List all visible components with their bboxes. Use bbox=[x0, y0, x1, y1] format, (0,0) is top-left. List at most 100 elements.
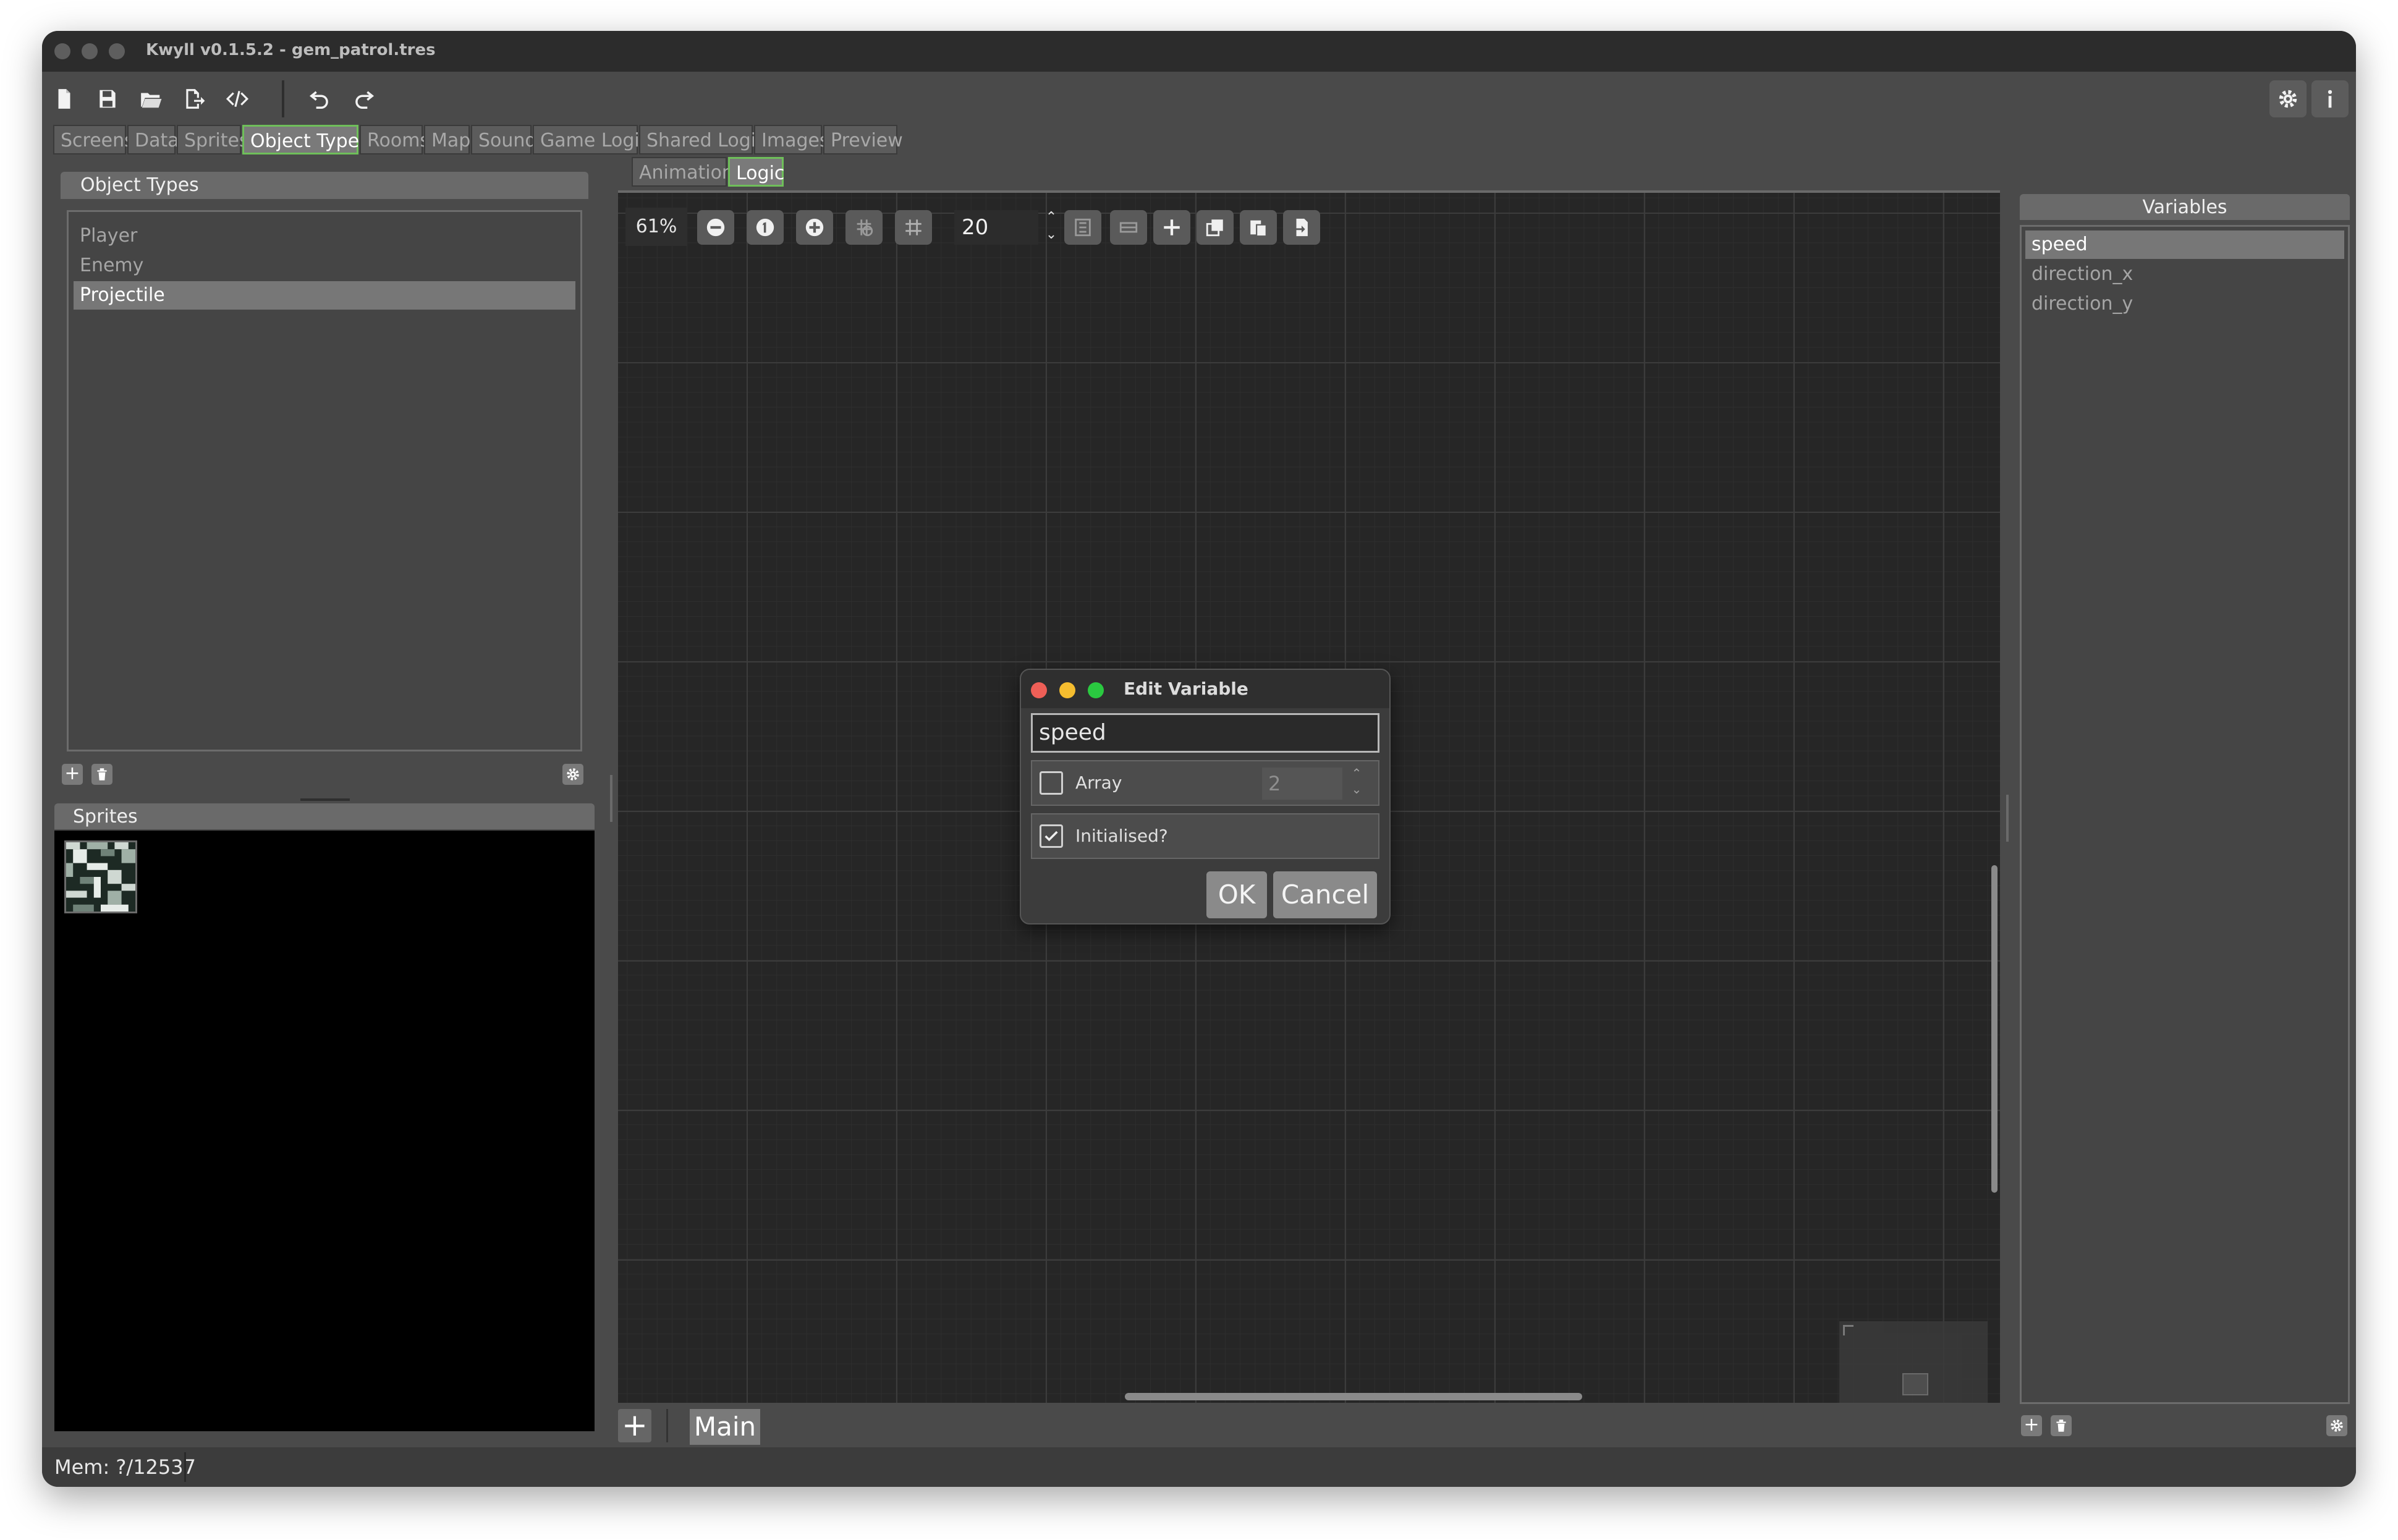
tab-animation[interactable]: Animation bbox=[632, 157, 734, 187]
grid-size-stepper[interactable]: ⌃ ⌄ bbox=[1043, 209, 1059, 246]
logic-sheet-tabs: + Main bbox=[618, 1404, 2000, 1445]
export-button[interactable] bbox=[176, 80, 213, 117]
import-button[interactable] bbox=[1283, 210, 1320, 245]
left-splitter[interactable] bbox=[610, 775, 612, 822]
tab-object-types[interactable]: Object Types bbox=[242, 125, 369, 154]
info-button[interactable] bbox=[2311, 80, 2349, 117]
tab-map[interactable]: Map bbox=[424, 125, 470, 154]
undo-icon bbox=[309, 91, 328, 109]
array-label: Array bbox=[1075, 772, 1122, 793]
variable-item-direction-x[interactable]: direction_x bbox=[2025, 260, 2344, 289]
new-file-icon bbox=[58, 89, 70, 109]
array-size-stepper[interactable]: ⌃ ⌄ bbox=[1349, 765, 1365, 797]
redo-button[interactable] bbox=[345, 80, 382, 117]
delete-object-type-button[interactable] bbox=[91, 764, 112, 785]
horizontal-scrollbar[interactable] bbox=[1125, 1393, 1582, 1400]
object-type-settings-button[interactable] bbox=[562, 764, 583, 785]
sprites-header: Sprites bbox=[54, 803, 595, 829]
tab-images[interactable]: Images bbox=[754, 125, 829, 154]
tab-game-logic[interactable]: Game Logic bbox=[533, 125, 650, 154]
paste-icon bbox=[1250, 220, 1267, 237]
cancel-button[interactable]: Cancel bbox=[1273, 871, 1377, 918]
close-window-button[interactable] bbox=[54, 43, 70, 59]
status-bar: Mem: ?/12537 bbox=[42, 1447, 2356, 1487]
paste-button[interactable] bbox=[1240, 210, 1277, 245]
initialised-checkbox[interactable] bbox=[1040, 824, 1063, 848]
sprite-thumbnail[interactable] bbox=[64, 840, 137, 913]
gear-icon bbox=[2331, 1419, 2343, 1432]
object-type-item-player[interactable]: Player bbox=[74, 222, 575, 250]
code-view-button[interactable] bbox=[219, 80, 256, 117]
gear-icon bbox=[567, 768, 579, 781]
grid-toggle-button[interactable] bbox=[895, 210, 932, 245]
tab-logic[interactable]: Logic bbox=[728, 157, 784, 187]
tab-rooms[interactable]: Rooms bbox=[360, 125, 430, 154]
grid-size-input[interactable]: 20 bbox=[954, 210, 1038, 245]
tab-preview[interactable]: Preview bbox=[823, 125, 903, 154]
right-splitter[interactable] bbox=[2006, 795, 2009, 842]
tab-screens[interactable]: Screens bbox=[53, 125, 134, 154]
array-size-input[interactable]: 2 bbox=[1262, 768, 1342, 800]
add-object-type-button[interactable]: + bbox=[62, 764, 83, 785]
info-icon bbox=[2328, 90, 2332, 108]
grid-icon bbox=[905, 219, 921, 235]
checkmark-icon bbox=[1044, 831, 1058, 842]
undo-button[interactable] bbox=[302, 80, 339, 117]
canvas-toolbar: 61% 20 ⌃ ⌄ bbox=[618, 208, 1421, 248]
add-node-button[interactable] bbox=[1153, 210, 1190, 245]
minimize-window-button[interactable] bbox=[82, 43, 98, 59]
ok-button[interactable]: OK bbox=[1206, 871, 1267, 918]
arrange-icon bbox=[1075, 218, 1091, 237]
dialog-title-bar: Edit Variable bbox=[1021, 670, 1389, 708]
new-file-button[interactable] bbox=[46, 80, 83, 117]
object-type-item-projectile[interactable]: Projectile bbox=[74, 281, 575, 310]
variables-header: Variables bbox=[2020, 194, 2350, 220]
add-variable-button[interactable]: + bbox=[2021, 1415, 2042, 1436]
panel-resize-handle[interactable] bbox=[300, 798, 350, 801]
zoom-out-button[interactable] bbox=[697, 210, 734, 245]
dialog-title: Edit Variable bbox=[1124, 679, 1248, 699]
grid-snap-icon bbox=[857, 219, 873, 237]
trash-icon bbox=[97, 768, 107, 781]
array-checkbox[interactable] bbox=[1040, 771, 1063, 795]
export-icon bbox=[186, 89, 205, 109]
object-type-item-enemy[interactable]: Enemy bbox=[74, 252, 575, 280]
variable-item-speed[interactable]: speed bbox=[2025, 231, 2344, 259]
snap-toggle-button[interactable] bbox=[845, 210, 883, 245]
zoom-in-button[interactable] bbox=[796, 210, 833, 245]
canvas-minimap[interactable] bbox=[1839, 1321, 1988, 1403]
sprite-preview-icon bbox=[66, 842, 135, 912]
object-types-header: Object Types bbox=[61, 172, 588, 199]
variables-list: speed direction_x direction_y bbox=[2020, 225, 2350, 1404]
sprites-area bbox=[54, 831, 595, 1431]
variable-name-input[interactable]: speed bbox=[1031, 713, 1379, 753]
add-sheet-button[interactable]: + bbox=[618, 1409, 651, 1442]
status-separator bbox=[184, 1452, 186, 1482]
save-button[interactable] bbox=[89, 80, 126, 117]
tab-sound[interactable]: Sound bbox=[471, 125, 536, 154]
dialog-maximize-button[interactable] bbox=[1088, 682, 1104, 698]
import-icon bbox=[1294, 218, 1308, 237]
duplicate-button[interactable] bbox=[1197, 210, 1234, 245]
variable-item-direction-y[interactable]: direction_y bbox=[2025, 290, 2344, 318]
tab-data[interactable]: Data bbox=[127, 125, 179, 154]
settings-button[interactable] bbox=[2269, 80, 2307, 117]
open-folder-button[interactable] bbox=[132, 80, 169, 117]
variable-settings-button[interactable] bbox=[2326, 1415, 2347, 1436]
sheet-tab-main[interactable]: Main bbox=[690, 1409, 760, 1445]
minimap-viewport[interactable] bbox=[1902, 1373, 1928, 1395]
window-title: Kwyll v0.1.5.2 - gem_patrol.tres bbox=[146, 41, 436, 59]
maximize-window-button[interactable] bbox=[109, 43, 125, 59]
zoom-reset-button[interactable] bbox=[747, 210, 784, 245]
dialog-minimize-button[interactable] bbox=[1059, 682, 1075, 698]
plus-icon bbox=[1164, 219, 1180, 235]
app-window: Kwyll v0.1.5.2 - gem_patrol.tres Screens… bbox=[42, 31, 2356, 1487]
vertical-scrollbar[interactable] bbox=[1991, 865, 1998, 1193]
tab-shared-logic[interactable]: Shared Logic bbox=[639, 125, 766, 154]
tab-sprites[interactable]: Sprites bbox=[177, 125, 249, 154]
title-bar: Kwyll v0.1.5.2 - gem_patrol.tres bbox=[42, 31, 2356, 72]
dialog-close-button[interactable] bbox=[1031, 682, 1047, 698]
delete-variable-button[interactable] bbox=[2051, 1415, 2072, 1436]
align-button[interactable] bbox=[1110, 210, 1147, 245]
arrange-button[interactable] bbox=[1064, 210, 1101, 245]
